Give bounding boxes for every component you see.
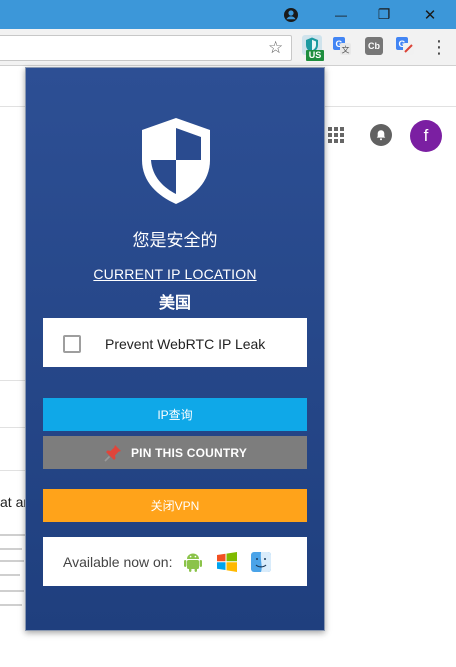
pin-country-label: PIN THIS COUNTRY xyxy=(130,445,248,460)
current-country: 美国 xyxy=(158,295,191,312)
page-text-line xyxy=(0,574,20,576)
cb-extension-icon[interactable]: Cb xyxy=(365,37,383,55)
ip-query-label: IP查询 xyxy=(157,408,193,422)
address-bar[interactable]: ☆ xyxy=(0,35,292,61)
apps-grid-icon[interactable] xyxy=(328,127,344,143)
connection-status: 您是安全的 xyxy=(132,231,218,250)
pin-country-button[interactable]: PIN THIS COUNTRY xyxy=(43,436,307,469)
vpn-popup: 您是安全的 CURRENT IP LOCATION 美国 Prevent Web… xyxy=(25,67,325,631)
page-text-fragment: at ar xyxy=(0,494,29,510)
available-platforms: Available now on: xyxy=(43,537,307,586)
shield-icon xyxy=(142,118,210,204)
browser-toolbar: ☆ US G文 Cb G ⋮ xyxy=(0,29,456,66)
browser-titlebar: — ❐ ✕ xyxy=(0,0,456,29)
notifications-bell-icon[interactable] xyxy=(370,124,392,146)
page-text-line xyxy=(0,604,22,606)
webrtc-option[interactable]: Prevent WebRTC IP Leak xyxy=(43,318,307,367)
browser-menu-icon[interactable]: ⋮ xyxy=(430,35,448,59)
page-divider xyxy=(0,470,26,471)
account-icon[interactable] xyxy=(275,0,307,29)
webrtc-label: Prevent WebRTC IP Leak xyxy=(105,336,266,352)
page-text-line xyxy=(0,534,26,536)
page-divider xyxy=(0,380,26,381)
available-label: Available now on: xyxy=(63,553,173,570)
country-badge: US xyxy=(306,50,324,61)
restore-icon[interactable]: ❐ xyxy=(368,0,400,29)
mac-finder-icon[interactable] xyxy=(250,551,272,573)
minimize-icon[interactable]: — xyxy=(325,0,357,29)
google-translate-icon[interactable]: G文 xyxy=(333,37,351,55)
svg-text:文: 文 xyxy=(342,45,350,55)
pushpin-icon xyxy=(104,444,121,462)
bookmark-star-icon[interactable]: ☆ xyxy=(268,39,283,57)
disconnect-vpn-label: 关闭VPN xyxy=(150,499,200,513)
avatar[interactable]: f xyxy=(410,120,442,152)
page-text-line xyxy=(0,590,24,592)
page-divider xyxy=(0,427,26,428)
android-icon[interactable] xyxy=(182,551,204,573)
current-ip-location-link[interactable]: CURRENT IP LOCATION xyxy=(26,266,324,282)
google-translate-alt-icon[interactable]: G xyxy=(396,37,414,55)
page-text-line xyxy=(0,560,24,562)
page-text-line xyxy=(0,548,22,550)
webrtc-checkbox[interactable] xyxy=(63,335,81,353)
ip-query-button[interactable]: IP查询 xyxy=(43,398,307,431)
windows-icon[interactable] xyxy=(216,551,238,573)
close-icon[interactable]: ✕ xyxy=(414,0,446,29)
disconnect-vpn-button[interactable]: 关闭VPN xyxy=(43,489,307,522)
page-left-panel xyxy=(0,108,26,616)
